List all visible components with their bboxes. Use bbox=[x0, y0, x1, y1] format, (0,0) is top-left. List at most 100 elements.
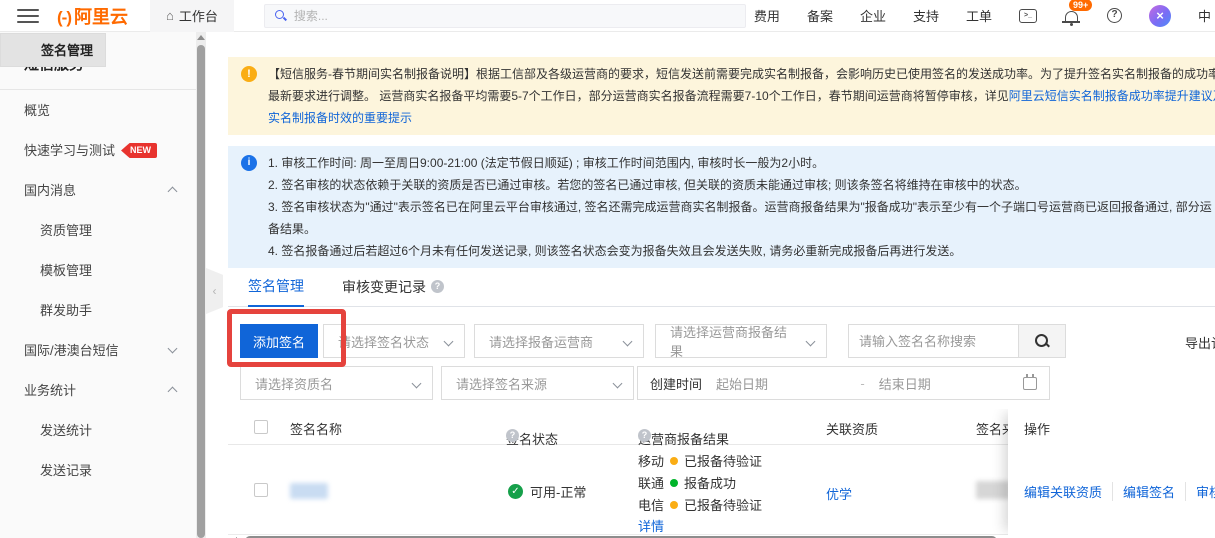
col-actions: 操作 bbox=[1024, 422, 1051, 437]
audit-change-records-action[interactable]: 审核变更记录 bbox=[1185, 482, 1215, 501]
nav-support[interactable]: 支持 bbox=[913, 6, 939, 25]
cloudshell-icon[interactable]: >_ bbox=[1019, 8, 1037, 23]
signature-search-input[interactable] bbox=[848, 324, 1018, 358]
info-line-5: 4. 签名报备通过后若超过6个月未有任何发送记录, 则该签名状态会变为报备失效且… bbox=[268, 244, 962, 258]
help-circle-icon[interactable]: ? bbox=[506, 429, 519, 442]
sidebar-item-send-records[interactable]: 发送记录 bbox=[0, 451, 206, 490]
select-signature-source[interactable]: 请选择签名来源 bbox=[441, 366, 634, 400]
top-header: (-) 阿里云 ⌂ 工作台 费用 备案 企业 支持 工单 >_ 99+ ? × … bbox=[0, 0, 1215, 32]
chevron-down-icon bbox=[622, 336, 633, 346]
select-carrier-report-result[interactable]: 请选择运营商报备结果 bbox=[655, 324, 827, 359]
info-banner: i 1. 审核工作时间: 周一至周日9:00-21:00 (法定节假日顺延) ;… bbox=[228, 146, 1215, 268]
chevron-down-icon bbox=[612, 378, 623, 388]
edit-signature-action[interactable]: 编辑签名 bbox=[1112, 482, 1185, 501]
col-qualification: 关联资质 bbox=[826, 422, 879, 437]
scrollbar-thumb[interactable] bbox=[197, 45, 205, 538]
sidebar-item-batch-assistant[interactable]: 群发助手 bbox=[0, 291, 206, 330]
divider bbox=[0, 89, 196, 90]
hamburger-menu-icon[interactable] bbox=[17, 8, 39, 23]
info-line-2: 2. 签名审核的状态依赖于关联的资质是否已通过审核。若您的签名已通过审核, 但关… bbox=[268, 178, 1027, 192]
nav-ticket[interactable]: 工单 bbox=[966, 6, 992, 25]
global-search[interactable] bbox=[263, 3, 746, 28]
scroll-up-arrow-icon[interactable] bbox=[197, 35, 205, 40]
global-search-input[interactable] bbox=[293, 8, 735, 23]
tab-audit-change-records[interactable]: 审核变更记录 ? bbox=[342, 276, 444, 306]
sidebar-item-label: 国内消息 bbox=[24, 183, 77, 198]
home-icon: ⌂ bbox=[165, 8, 174, 23]
detail-link[interactable]: 详情 bbox=[638, 516, 664, 535]
status-badge: ✓ 可用-正常 bbox=[508, 482, 586, 501]
blurred-signature-name bbox=[290, 483, 328, 499]
carrier-state: 已报备待验证 bbox=[684, 454, 763, 469]
sidebar-item-label: 业务统计 bbox=[24, 383, 77, 398]
sidebar-item-domestic-sms[interactable]: 国内消息 bbox=[0, 171, 206, 210]
sidebar: 短信服务 概览 快速学习与测试NEW 国内消息 资质管理 签名管理 模板管理 群… bbox=[0, 32, 206, 538]
nav-billing[interactable]: 费用 bbox=[754, 6, 780, 25]
sidebar-item-intl-sms[interactable]: 国际/港澳台短信 bbox=[0, 331, 206, 370]
nav-enterprise[interactable]: 企业 bbox=[860, 6, 886, 25]
help-circle-icon[interactable]: ? bbox=[431, 280, 444, 293]
col-signature-name: 签名名称 bbox=[290, 422, 343, 437]
bell-icon bbox=[1062, 10, 1080, 26]
aliyun-logo[interactable]: (-) 阿里云 bbox=[57, 3, 128, 29]
carrier-state: 报备成功 bbox=[684, 476, 737, 491]
carrier-line-mobile: 移动 已报备待验证 bbox=[638, 451, 762, 470]
avatar[interactable]: × bbox=[1149, 4, 1171, 27]
export-records-link[interactable]: 导出记录 bbox=[1185, 333, 1215, 352]
warning-link-2[interactable]: 实名制报备时效的重要提示 bbox=[268, 111, 412, 125]
status-dot-green bbox=[670, 478, 679, 487]
tab-signature-management[interactable]: 签名管理 bbox=[248, 276, 304, 307]
help-circle-icon[interactable]: ? bbox=[638, 429, 651, 442]
sidebar-item-qualification[interactable]: 资质管理 bbox=[0, 211, 206, 250]
chevron-down-icon bbox=[443, 336, 454, 346]
date-start-placeholder[interactable]: 起始日期 bbox=[716, 374, 846, 393]
main-content: ‹ ! 【短信服务-春节期间实名制报备说明】根据工信部及各级运营商的要求，短信发… bbox=[206, 32, 1215, 538]
edit-qualification-action[interactable]: 编辑关联资质 bbox=[1024, 482, 1112, 501]
toolbar-row-1: 添加签名 请选择签名状态 请选择报备运营商 请选择运营商报备结果 导出记录 bbox=[228, 324, 1215, 359]
notification-bell-icon[interactable]: 99+ bbox=[1062, 0, 1093, 26]
carrier-state: 已报备待验证 bbox=[684, 498, 763, 513]
workspace-tab[interactable]: ⌂ 工作台 bbox=[149, 0, 234, 32]
warning-line2-text: 最新要求进行调整。 运营商实名报备平均需要5-7个工作日，部分运营商实名报备流程… bbox=[268, 89, 1009, 103]
select-placeholder: 请选择运营商报备结果 bbox=[670, 325, 788, 359]
sidebar-scrollbar[interactable] bbox=[196, 32, 206, 538]
notification-badge: 99+ bbox=[1069, 0, 1093, 11]
select-qualification-name[interactable]: 请选择资质名 bbox=[240, 366, 433, 400]
help-icon[interactable]: ? bbox=[1107, 8, 1122, 23]
warning-banner: ! 【短信服务-春节期间实名制报备说明】根据工信部及各级运营商的要求，短信发送前… bbox=[228, 57, 1215, 135]
workspace-label: 工作台 bbox=[178, 9, 218, 24]
chevron-up-icon bbox=[167, 386, 178, 397]
new-badge: NEW bbox=[121, 143, 158, 158]
search-button[interactable] bbox=[1018, 324, 1066, 358]
creation-date-range[interactable]: 创建时间 起始日期 - 结束日期 bbox=[637, 366, 1050, 400]
sidebar-item-overview[interactable]: 概览 bbox=[0, 91, 206, 130]
row-checkbox[interactable] bbox=[254, 483, 268, 497]
select-all-checkbox[interactable] bbox=[254, 420, 268, 434]
status-dot-yellow bbox=[670, 500, 679, 509]
info-line-3: 3. 签名审核状态为"通过"表示签名已在阿里云平台审核通过, 签名还需完成运营商… bbox=[268, 200, 1212, 214]
sidebar-item-template[interactable]: 模板管理 bbox=[0, 251, 206, 290]
select-report-carrier[interactable]: 请选择报备运营商 bbox=[474, 324, 644, 358]
carrier-name: 联通 bbox=[638, 476, 665, 491]
actions-fixed-column: 操作 编辑关联资质 编辑签名 审核变更记录 bbox=[1008, 409, 1215, 535]
sidebar-item-biz-stats[interactable]: 业务统计 bbox=[0, 371, 206, 410]
info-line-1: 1. 审核工作时间: 周一至周日9:00-21:00 (法定节假日顺延) ; 审… bbox=[268, 156, 825, 170]
sidebar-item-signature[interactable]: 签名管理 bbox=[0, 33, 107, 67]
warning-icon: ! bbox=[241, 66, 257, 82]
tab-label: 审核变更记录 bbox=[342, 278, 426, 295]
search-icon bbox=[1035, 334, 1049, 348]
sidebar-item-label: 快速学习与测试 bbox=[24, 143, 116, 158]
language-switch-clipped[interactable]: 中 bbox=[1198, 6, 1215, 25]
sidebar-collapse-handle[interactable]: ‹ bbox=[206, 268, 223, 314]
qualification-link[interactable]: 优学 bbox=[826, 484, 852, 503]
add-signature-button[interactable]: 添加签名 bbox=[240, 324, 318, 358]
sidebar-item-quickstart[interactable]: 快速学习与测试 NEW bbox=[0, 131, 206, 170]
nav-icp[interactable]: 备案 bbox=[807, 6, 833, 25]
sidebar-item-send-stats[interactable]: 发送统计 bbox=[0, 411, 206, 450]
chevron-down-icon bbox=[805, 336, 816, 346]
calendar-icon[interactable] bbox=[1023, 373, 1038, 390]
date-end-placeholder[interactable]: 结束日期 bbox=[879, 374, 1009, 393]
warning-link-1[interactable]: 阿里云短信实名制报备成功率提升建议及 bbox=[1009, 89, 1215, 103]
select-signature-status[interactable]: 请选择签名状态 bbox=[323, 324, 465, 358]
signature-table: 签名名称 签名状态 ? 运营商报备结果 ? 关联资质 签名来源 ✓ 可用-正常 … bbox=[228, 409, 1215, 535]
